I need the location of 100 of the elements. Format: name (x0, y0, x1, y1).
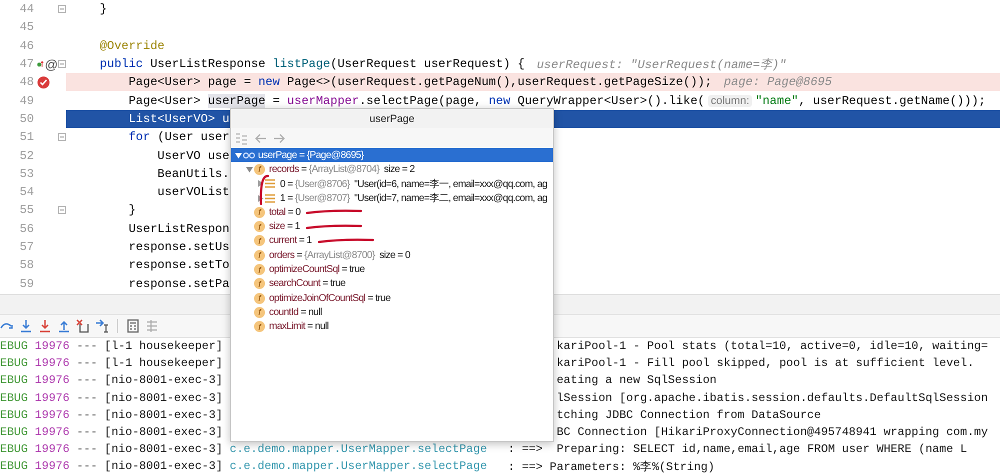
fold-marker-icon[interactable] (58, 60, 66, 68)
code-text: response.setTo (128, 258, 230, 272)
tree-node-label: records = {ArrayList@8704} size = 2 (269, 164, 415, 175)
log-separator: --- (76, 443, 98, 456)
log-level: EBUG (0, 357, 28, 370)
line-number: 59 (18, 276, 35, 291)
tree-row[interactable]: f maxLimit = null (231, 320, 553, 334)
tree-node-label: orders = {ArrayList@8700} size = 0 (269, 250, 410, 261)
line-number: 54 (18, 185, 35, 200)
thread-name: [l-1 housekeeper] (104, 340, 223, 354)
field-icon: f (254, 264, 265, 276)
tree-row[interactable]: f total = 0 (231, 205, 553, 220)
thread-name: [l-1 housekeeper] (104, 357, 223, 370)
tree-row[interactable]: 0 = {User@8706} "User(id=6, name=李一, email=xxx@qq.com, ag (231, 176, 553, 191)
fold-marker-icon[interactable] (58, 206, 66, 214)
tree-row[interactable]: f records = {ArrayList@8704} size = 2 (231, 162, 553, 177)
log-separator: --- (76, 460, 98, 474)
bean-marker-icon[interactable]: @ (44, 56, 58, 72)
thread-name: [nio-8001-exec-3] (104, 460, 223, 474)
log-separator: --- (76, 374, 98, 388)
caret-right-icon[interactable] (256, 194, 264, 202)
code-text: public UserListResponse listPage(UserRequest userRequest) { (98, 57, 525, 72)
back-arrow-icon[interactable] (254, 132, 267, 144)
down-arrow-icon[interactable] (38, 319, 52, 333)
inline-value-hint: page: Page@8695 (724, 75, 832, 90)
log-separator: --- (76, 426, 98, 440)
tree-row[interactable]: userPage = {Page@8695} (231, 148, 553, 162)
tree-node-label: 1 = {User@8707} "User(id=7, name=李二, email=xxx@qq.com, ag (280, 192, 548, 206)
field-icon: f (254, 221, 265, 232)
logger-name: c.e.demo.mapper.UserMapper.selectPage (230, 443, 488, 456)
tree-node-label: optimizeCountSql = true (269, 264, 365, 276)
line-number: 48 (18, 75, 35, 90)
tree-node-label: maxLimit = null (269, 321, 328, 332)
thread-name: [nio-8001-exec-3] (104, 426, 223, 440)
field-icon: f (254, 235, 265, 246)
line-number: 58 (18, 258, 35, 272)
process-id: 19976 (34, 340, 70, 354)
thread-name: [nio-8001-exec-3] (104, 392, 223, 405)
code-text: @Override (98, 38, 165, 53)
code-text: UserVO use (156, 148, 230, 163)
up-arrow-icon[interactable] (57, 319, 71, 333)
field-icon: f (254, 206, 265, 218)
tree-row[interactable]: 1 = {User@8707} "User(id=7, name=李二, email=xxx@qq.com, ag (231, 190, 553, 206)
breakpoint-icon[interactable] (37, 76, 50, 89)
log-message: : ==> Preparing: SELECT id,name,email,age FROM user WHERE (name L (508, 443, 968, 456)
tree-row[interactable]: f orders = {ArrayList@8700} size = 0 (231, 248, 553, 262)
tree-row[interactable]: f optimizeCountSql = true (231, 262, 553, 277)
code-text: response.setPa (128, 276, 230, 291)
cursor-arrow-icon[interactable] (95, 319, 109, 333)
log-level: EBUG (0, 426, 28, 440)
tree-row[interactable]: f optimizeJoinOfCountSql = true (231, 290, 553, 306)
tree-node-label: searchCount = true (269, 278, 346, 290)
line-number: 53 (18, 166, 35, 181)
log-message: eating a new SqlSession (556, 374, 717, 388)
process-id: 19976 (34, 374, 70, 388)
tree-row[interactable]: f searchCount = true (231, 276, 553, 291)
tree-row[interactable]: f size = 1 (231, 219, 553, 234)
code-text: Page<User> page = new Page<>(userRequest.getPageNum(),userRequest.getPageSize()); (128, 75, 712, 90)
line-number: 57 (18, 240, 35, 254)
log-level: EBUG (0, 408, 28, 422)
code-text: } (128, 203, 136, 218)
code-text: for (User user (128, 130, 230, 144)
caret-right-icon[interactable] (256, 180, 264, 188)
down-arrow-icon[interactable] (19, 319, 33, 333)
field-icon: f (254, 278, 265, 290)
log-message: : ==> Parameters: %李%(String) (508, 460, 715, 474)
tree-node-label: userPage = {Page@8695} (258, 150, 364, 161)
tree-row[interactable]: f current = 1 (231, 234, 553, 248)
tree-node-label: size = 1 (269, 221, 300, 232)
line-number: 50 (18, 112, 35, 126)
log-separator: --- (76, 392, 98, 405)
field-icon: f (254, 250, 265, 261)
calculator-icon[interactable] (126, 319, 140, 333)
log-message: lSession [org.apache.ibatis.session.defaults.DefaultSqlSession (556, 392, 988, 405)
frame-icon[interactable] (76, 319, 90, 333)
tree-row[interactable]: f countId = null (231, 305, 553, 320)
code-text: userVOList (156, 185, 230, 200)
caret-down-icon[interactable] (234, 152, 242, 159)
fold-marker-icon[interactable] (58, 133, 66, 142)
tree-node-label: current = 1 (269, 235, 312, 246)
logger-name: c.e.demo.mapper.UserMapper.selectPage (230, 460, 488, 474)
log-separator: --- (76, 340, 98, 354)
list-icon[interactable] (145, 319, 159, 333)
code-text: "name", userRequest.getName())); (755, 94, 986, 108)
process-id: 19976 (34, 460, 70, 474)
log-level: EBUG (0, 340, 28, 354)
code-text: List<UserVO> u (128, 112, 230, 126)
inline-value-hint: userRequest: "UserRequest(name=李)" (536, 56, 786, 73)
line-number: 44 (18, 2, 35, 16)
process-id: 19976 (34, 408, 70, 422)
log-level: EBUG (0, 443, 28, 456)
process-id: 19976 (34, 357, 70, 370)
code-text: Page<User> userPage = userMapper.selectPage(page, new QueryWrapper<User>().like( (128, 94, 705, 108)
tree-node-label: countId = null (269, 306, 322, 318)
process-id: 19976 (34, 392, 70, 405)
fold-marker-icon[interactable] (58, 5, 66, 14)
log-level: EBUG (0, 374, 28, 388)
forward-arrow-icon[interactable] (273, 132, 286, 144)
line-number: 55 (18, 203, 35, 218)
tree-node-label: 0 = {User@8706} "User(id=6, name=李一, email=xxx@qq.com, ag (280, 178, 548, 191)
